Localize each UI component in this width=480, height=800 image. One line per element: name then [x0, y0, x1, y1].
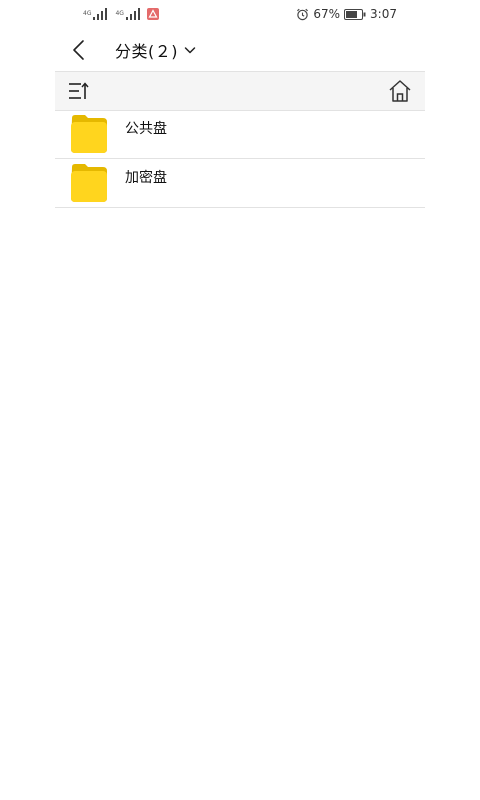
status-bar: 4G 4G 67% 3:07: [83, 4, 397, 24]
list-item-label: 加密盘: [125, 170, 167, 186]
network-label-2: 4G: [115, 10, 124, 17]
chevron-down-icon: [184, 47, 196, 54]
list-item-public-drive[interactable]: 公共盘: [55, 110, 425, 159]
back-icon[interactable]: [65, 36, 93, 64]
signal-icon: [125, 8, 140, 20]
clock: 3:07: [370, 7, 397, 21]
toolbar: [55, 71, 425, 111]
home-icon[interactable]: [387, 78, 413, 104]
page-title: 分类(２): [115, 42, 178, 61]
alert-icon: [146, 8, 159, 20]
list-item-encrypted-drive[interactable]: 加密盘: [55, 159, 425, 208]
battery-percent: 67%: [313, 7, 341, 21]
folder-icon: [71, 164, 107, 202]
folder-icon: [71, 115, 107, 153]
list-item-label: 公共盘: [125, 121, 167, 137]
signal-icon: [93, 8, 108, 20]
app-frame: 4G 4G 67% 3:07 分类(２) 公共盘 加密盘: [55, 0, 425, 210]
status-right: 67% 3:07: [296, 4, 397, 24]
battery-icon: [344, 8, 366, 20]
status-left: 4G 4G: [83, 4, 159, 24]
category-dropdown[interactable]: 分类(２): [115, 36, 196, 64]
folder-list: 公共盘 加密盘: [55, 110, 425, 208]
app-screen: 4G 4G 67% 3:07 分类(２) 公共盘 加密盘: [0, 0, 480, 800]
header: 分类(２): [55, 30, 425, 70]
sort-icon[interactable]: [67, 79, 91, 103]
network-label-1: 4G: [83, 10, 92, 17]
alarm-icon: [297, 8, 309, 20]
